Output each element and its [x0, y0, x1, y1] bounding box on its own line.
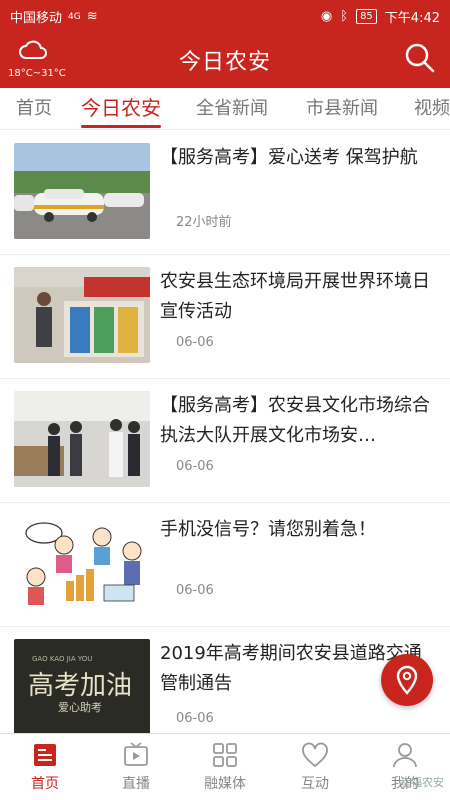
news-item[interactable]: 【服务高考】农安县文化市场综合执法大队开展文化市场安… 06-06: [0, 379, 450, 503]
live-play-icon: [124, 742, 148, 766]
user-icon: [393, 743, 417, 768]
news-time: 06-06: [176, 335, 214, 350]
nav-label: 直播: [122, 776, 150, 792]
news-thumbnail: [14, 515, 150, 611]
news-title: 【服务高考】农安县文化市场综合执法大队开展文化市场安…: [160, 395, 430, 446]
carrier-label: 中国移动: [10, 11, 63, 26]
nav-label: 互动: [301, 776, 329, 792]
news-thumbnail: 高考加油 GAO KAO JIA YOU 爱心助考: [14, 639, 150, 733]
cartoon-illustration: [25, 522, 142, 605]
gaokao-board-text: 高考加油: [28, 671, 133, 701]
bottom-nav: 首页 直播 融媒体 互动 我的 幸福农安: [0, 733, 450, 800]
newspaper-icon: [34, 744, 56, 766]
location-pin-icon: [396, 665, 418, 695]
nav-media[interactable]: 融媒体: [190, 740, 260, 793]
status-bar: 中国移动 4G ≋ ◉ ᛒ 85 下午4:42: [0, 0, 450, 30]
gaokao-board-sub: 爱心助考: [58, 701, 102, 714]
news-title: 【服务高考】爱心送考 保驾护航: [160, 147, 418, 168]
news-title: 农安县生态环境局开展世界环境日宣传活动: [160, 271, 430, 322]
nav-live[interactable]: 直播: [101, 740, 171, 793]
nav-interact[interactable]: 互动: [280, 740, 350, 793]
clock: 下午4:42: [384, 11, 440, 26]
search-icon[interactable]: [404, 42, 436, 74]
news-time: 06-06: [176, 711, 214, 726]
news-time: 06-06: [176, 459, 214, 474]
grid-icon: [213, 743, 237, 767]
watermark: 幸福农安: [400, 776, 444, 789]
news-time: 22小时前: [176, 215, 232, 230]
nav-label: 融媒体: [204, 776, 246, 792]
news-title: 手机没信号？请您别着急！: [160, 519, 376, 540]
taxi-photo: [14, 143, 150, 239]
inspection-photo: [14, 391, 150, 487]
network-type: 4G: [68, 11, 81, 22]
tab-city-news[interactable]: 市县新闻: [306, 94, 378, 120]
news-item[interactable]: 【服务高考】爱心送考 保驾护航 22小时前: [0, 131, 450, 255]
exhibition-photo: [14, 267, 150, 363]
news-thumbnail: [14, 391, 150, 487]
tab-today-nongan[interactable]: 今日农安: [81, 92, 161, 128]
page-title: 今日农安: [178, 50, 271, 75]
tab-home[interactable]: 首页: [16, 94, 52, 120]
heart-icon: [302, 742, 328, 768]
news-item[interactable]: 农安县生态环境局开展世界环境日宣传活动 06-06: [0, 255, 450, 379]
news-thumbnail: [14, 267, 150, 363]
top-bar: 中国移动 4G ≋ ◉ ᛒ 85 下午4:42 18°C~31°C 今日农安: [0, 0, 450, 88]
battery-level: 85: [356, 9, 377, 24]
wifi-icon: ≋: [86, 9, 98, 24]
nav-label: 首页: [31, 776, 59, 792]
location-button[interactable]: [381, 654, 433, 706]
tab-province-news[interactable]: 全省新闻: [196, 94, 268, 120]
eye-icon: ◉: [320, 9, 333, 24]
news-time: 06-06: [176, 583, 214, 598]
news-item[interactable]: 手机没信号？请您别着急！ 06-06: [0, 503, 450, 627]
news-thumbnail: [14, 143, 150, 239]
channel-tabs: 首页 今日农安 全省新闻 市县新闻 视频: [0, 88, 450, 130]
news-list: 【服务高考】爱心送考 保驾护航 22小时前 农安县生态环境局开展世界环境日宣传活…: [0, 131, 450, 733]
tab-video[interactable]: 视频: [414, 94, 450, 120]
gaokao-board-pinyin: GAO KAO JIA YOU: [32, 655, 93, 663]
bluetooth-icon: ᛒ: [340, 9, 349, 24]
nav-home[interactable]: 首页: [10, 740, 80, 793]
